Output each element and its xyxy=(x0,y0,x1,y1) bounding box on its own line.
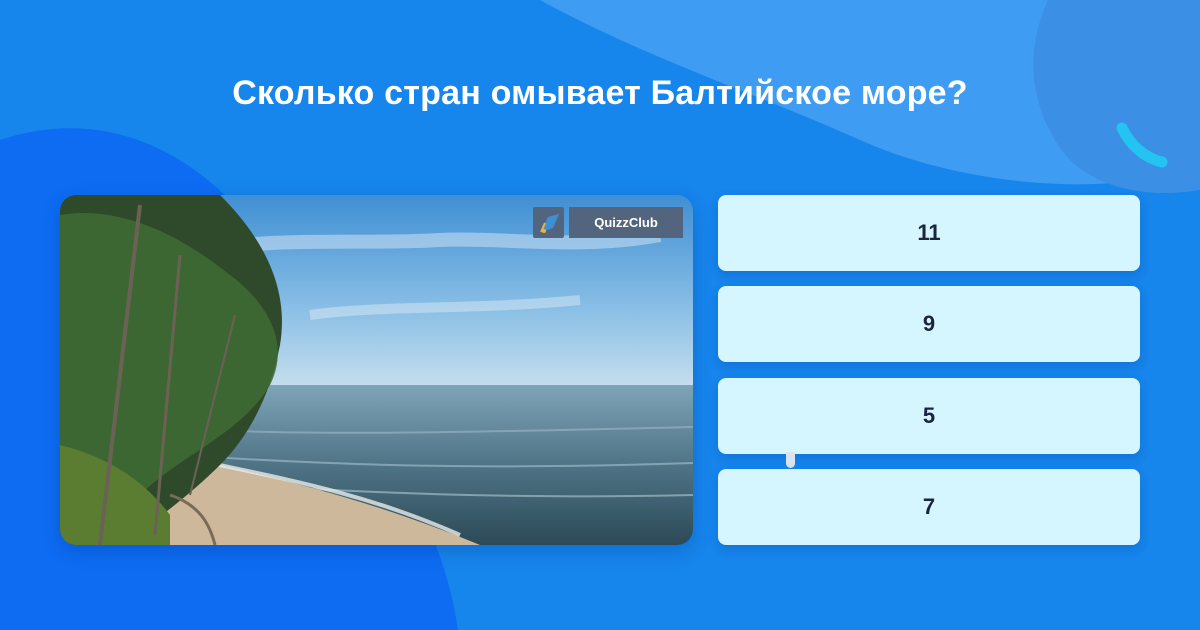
question-title: Сколько стран омывает Балтийское море? xyxy=(232,74,968,112)
answer-option-4[interactable]: 7 xyxy=(718,469,1140,545)
brand-label: QuizzClub xyxy=(569,207,683,238)
answer-option-1[interactable]: 11 xyxy=(718,195,1140,271)
answer-option-3[interactable]: 5 xyxy=(718,378,1140,454)
graduation-cap-icon xyxy=(533,207,564,238)
question-photo xyxy=(60,195,693,545)
scroll-handle[interactable] xyxy=(786,452,795,468)
answer-option-2[interactable]: 9 xyxy=(718,286,1140,362)
